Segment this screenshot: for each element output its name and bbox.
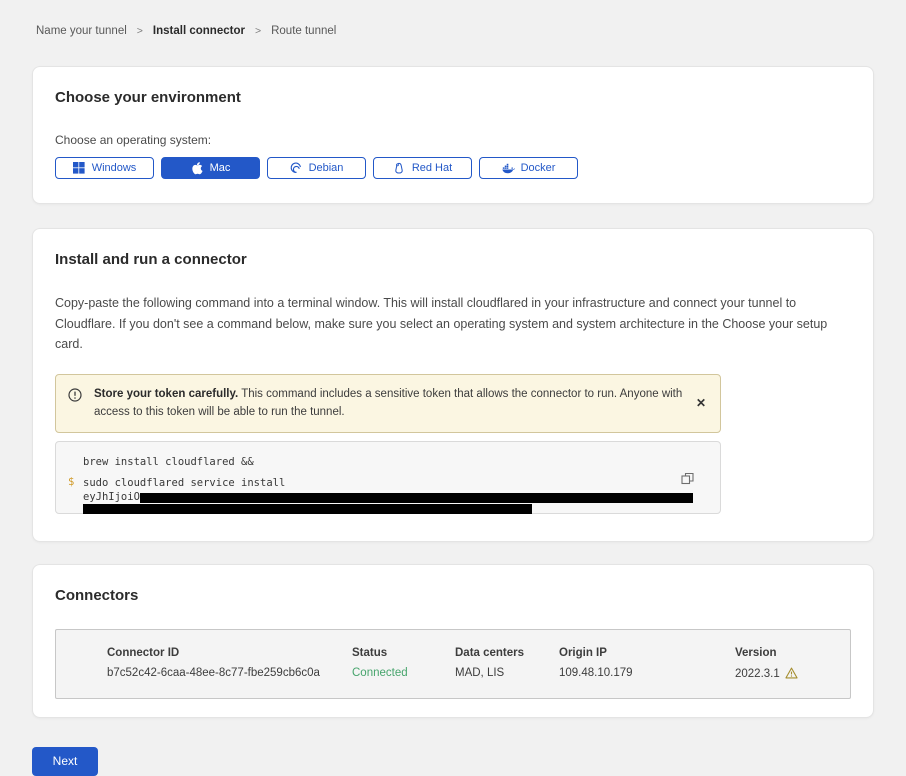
cell-connector-id: b7c52c42-6caa-48ee-8c77-fbe259cb6c0a — [107, 667, 352, 682]
debian-logo-icon — [290, 162, 303, 175]
os-button-debian[interactable]: Debian — [267, 157, 366, 179]
code-line-2: sudo cloudflared service install — [83, 476, 720, 491]
warning-title: Store your token carefully. — [94, 388, 238, 400]
table-header-row: Connector ID Status Data centers Origin … — [107, 647, 850, 659]
header-version: Version — [735, 647, 850, 659]
os-button-mac[interactable]: Mac — [161, 157, 260, 179]
apple-logo-icon — [191, 162, 204, 175]
cell-data-centers: MAD, LIS — [455, 667, 559, 682]
install-connector-card: Install and run a connector Copy-paste t… — [32, 228, 874, 542]
redacted-token-bar-1 — [140, 493, 693, 503]
os-button-group: Windows Mac Debian Red Hat — [55, 157, 851, 179]
os-select-label: Choose an operating system: — [55, 133, 851, 147]
os-button-label: Windows — [92, 162, 137, 174]
breadcrumb: Name your tunnel > Install connector > R… — [0, 0, 906, 37]
windows-logo-icon — [73, 162, 86, 175]
status-badge: Connected — [352, 667, 455, 682]
header-data-centers: Data centers — [455, 647, 559, 659]
cell-origin-ip: 109.48.10.179 — [559, 667, 735, 682]
redacted-token-bar-2 — [83, 504, 532, 514]
cell-version: 2022.3.1 — [735, 667, 850, 682]
token-line: eyJhIjoiO — [83, 492, 720, 503]
tunnel-setup-page: Name your tunnel > Install connector > R… — [0, 0, 906, 740]
shell-prompt: $ — [68, 475, 74, 490]
os-button-label: Debian — [309, 162, 344, 174]
breadcrumb-route-tunnel[interactable]: Route tunnel — [271, 25, 336, 37]
os-button-redhat[interactable]: Red Hat — [373, 157, 472, 179]
environment-card-title: Choose your environment — [55, 89, 851, 106]
header-origin-ip: Origin IP — [559, 647, 735, 659]
close-icon[interactable]: ✕ — [692, 393, 710, 413]
header-status: Status — [352, 647, 455, 659]
os-button-label: Docker — [521, 162, 556, 174]
breadcrumb-separator: > — [137, 25, 143, 37]
token-warning-banner: Store your token carefully. This command… — [55, 374, 721, 433]
redhat-logo-icon — [393, 162, 406, 175]
alert-circle-icon — [68, 388, 82, 402]
breadcrumb-name-your-tunnel[interactable]: Name your tunnel — [36, 25, 127, 37]
breadcrumb-separator: > — [255, 25, 261, 37]
os-button-label: Red Hat — [412, 162, 452, 174]
choose-environment-card: Choose your environment Choose an operat… — [32, 66, 874, 204]
version-value: 2022.3.1 — [735, 668, 780, 680]
table-row: b7c52c42-6caa-48ee-8c77-fbe259cb6c0a Con… — [107, 667, 850, 682]
connectors-card-title: Connectors — [55, 587, 851, 604]
docker-logo-icon — [502, 162, 515, 175]
connectors-table: Connector ID Status Data centers Origin … — [55, 629, 851, 699]
code-line-1: brew install cloudflared && — [83, 455, 720, 470]
next-button[interactable]: Next — [32, 747, 98, 776]
breadcrumb-install-connector[interactable]: Install connector — [153, 25, 245, 37]
install-description: Copy-paste the following command into a … — [55, 293, 851, 355]
os-button-label: Mac — [210, 162, 231, 174]
copy-icon[interactable] — [679, 470, 696, 490]
install-card-title: Install and run a connector — [55, 251, 851, 268]
token-prefix: eyJhIjoiO — [83, 490, 140, 505]
header-connector-id: Connector ID — [107, 647, 352, 659]
connectors-card: Connectors Connector ID Status Data cent… — [32, 564, 874, 718]
os-button-windows[interactable]: Windows — [55, 157, 154, 179]
warning-triangle-icon — [785, 667, 798, 682]
install-command-code-block[interactable]: brew install cloudflared && $ sudo cloud… — [55, 441, 721, 514]
os-button-docker[interactable]: Docker — [479, 157, 578, 179]
